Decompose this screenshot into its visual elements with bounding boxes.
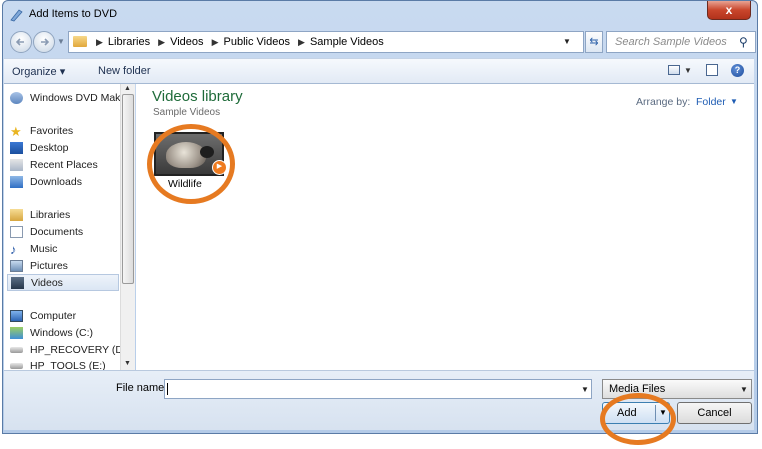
- scroll-up-arrow-icon[interactable]: ▲: [124, 85, 131, 92]
- drive-icon: [10, 347, 23, 353]
- cancel-button[interactable]: Cancel: [677, 402, 752, 424]
- scroll-down-arrow-icon[interactable]: ▼: [124, 360, 131, 367]
- breadcrumb-separator-icon[interactable]: ▶: [96, 37, 103, 47]
- file-list-area: Videos library Sample Videos Arrange by:…: [136, 84, 754, 370]
- library-subtitle: Sample Videos: [153, 107, 221, 118]
- star-icon: ★: [10, 124, 22, 139]
- breadcrumb-libraries[interactable]: Libraries: [108, 36, 150, 48]
- back-button[interactable]: [10, 31, 32, 53]
- search-placeholder: Search Sample Videos: [615, 36, 727, 48]
- breadcrumb-videos[interactable]: Videos: [170, 36, 203, 48]
- navigation-pane: Windows DVD Mak ★ Favorites Desktop Rece…: [4, 84, 135, 370]
- breadcrumb: ▶ Libraries ▶ Videos ▶ Public Videos ▶ Sampl…: [91, 36, 384, 48]
- folder-icon: [73, 36, 87, 47]
- recent-pages-chevron-icon[interactable]: ▼: [57, 37, 65, 46]
- help-icon[interactable]: ?: [731, 64, 744, 77]
- close-icon: x: [725, 3, 733, 17]
- title-bar: Add Items to DVD x: [3, 1, 757, 29]
- libraries-icon: [10, 209, 23, 221]
- arrange-by-chevron-icon[interactable]: ▼: [730, 97, 738, 106]
- arrange-by-dropdown[interactable]: Folder: [696, 96, 726, 108]
- change-view-icon[interactable]: [668, 65, 680, 75]
- close-button[interactable]: x: [707, 1, 751, 20]
- documents-icon: [10, 226, 23, 238]
- navigation-scrollbar[interactable]: ▲ ▼: [120, 84, 135, 370]
- preview-pane-icon[interactable]: [706, 64, 718, 76]
- text-caret: [167, 383, 168, 395]
- dvd-maker-icon: [10, 92, 23, 104]
- breadcrumb-separator-icon[interactable]: ▶: [298, 37, 305, 47]
- view-options-chevron-icon[interactable]: ▼: [684, 66, 692, 75]
- downloads-icon: [10, 176, 23, 188]
- computer-icon: [10, 310, 23, 322]
- back-arrow-icon: [15, 38, 24, 46]
- refresh-button[interactable]: ⇆: [585, 31, 603, 53]
- nav-item-videos[interactable]: Videos: [7, 274, 119, 291]
- search-input[interactable]: Search Sample Videos ⚲: [606, 31, 756, 53]
- new-folder-button[interactable]: New folder: [98, 65, 151, 77]
- command-toolbar: Organize ▾ New folder ▼ ?: [4, 58, 754, 84]
- window-title: Add Items to DVD: [29, 8, 118, 20]
- drive-icon: [10, 327, 23, 339]
- breadcrumb-separator-icon[interactable]: ▶: [212, 37, 219, 47]
- address-dropdown-icon[interactable]: ▼: [563, 37, 571, 46]
- forward-arrow-icon: [41, 38, 50, 46]
- recent-places-icon: [10, 159, 23, 171]
- refresh-icon: ⇆: [589, 36, 599, 48]
- file-name-input[interactable]: ▼: [164, 379, 592, 399]
- file-name-dropdown-icon[interactable]: ▼: [581, 385, 589, 394]
- breadcrumb-sample-videos[interactable]: Sample Videos: [310, 36, 384, 48]
- pictures-icon: [10, 260, 23, 272]
- organize-menu-button[interactable]: Organize ▾: [12, 65, 65, 78]
- breadcrumb-separator-icon[interactable]: ▶: [158, 37, 165, 47]
- highlight-ring: [147, 124, 235, 204]
- arrange-by-label: Arrange by:: [636, 96, 691, 108]
- breadcrumb-public-videos[interactable]: Public Videos: [224, 36, 290, 48]
- scrollbar-thumb[interactable]: [122, 94, 134, 284]
- dvd-maker-app-icon: [10, 9, 23, 22]
- search-icon[interactable]: ⚲: [739, 35, 748, 49]
- desktop-icon: [10, 142, 23, 154]
- address-bar[interactable]: ▶ Libraries ▶ Videos ▶ Public Videos ▶ Sampl…: [68, 31, 584, 53]
- file-type-chevron-icon[interactable]: ▼: [740, 385, 748, 394]
- highlight-ring: [600, 393, 676, 445]
- library-title: Videos library: [152, 88, 243, 105]
- file-name-label: File name:: [116, 382, 168, 394]
- music-icon: ♪: [10, 242, 17, 257]
- videos-icon: [11, 277, 24, 289]
- drive-icon: [10, 363, 23, 369]
- forward-button[interactable]: [33, 31, 55, 53]
